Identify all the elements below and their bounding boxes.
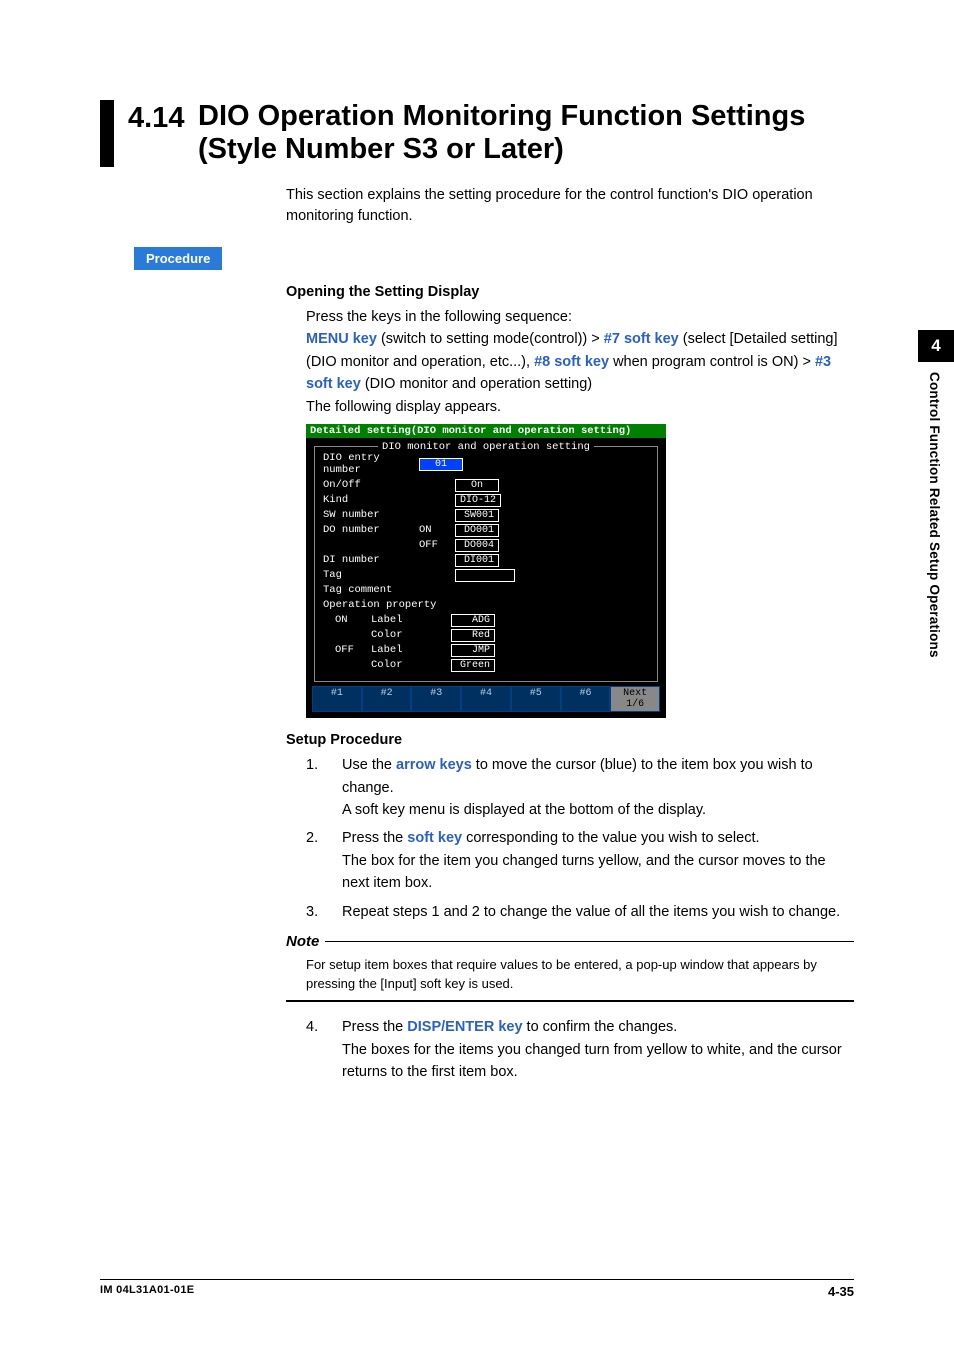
menu-key: MENU key (306, 331, 377, 347)
scr-sk-4[interactable]: #4 (462, 687, 510, 711)
s4a: Press the (342, 1019, 407, 1035)
setup-subhead: Setup Procedure (286, 732, 854, 748)
display-screenshot: Detailed setting(DIO monitor and operati… (306, 424, 666, 718)
scr-kind-value[interactable]: DIO-12 (455, 494, 501, 507)
s2a: Press the (342, 830, 407, 846)
page: 4 Control Function Related Setup Operati… (0, 0, 954, 1351)
scr-fieldset: DIO monitor and operation setting DIO en… (314, 446, 658, 682)
scr-sk-next[interactable]: Next 1/6 (611, 687, 659, 711)
scr-op-off-color-l: Color (371, 659, 415, 671)
scr-tag-label: Tag (323, 569, 419, 581)
note-head: Note (286, 933, 319, 950)
scr-do-label: DO number (323, 524, 419, 536)
s2c: The box for the item you changed turns y… (342, 853, 826, 891)
heading-bar (100, 100, 114, 167)
s4c: The boxes for the items you changed turn… (342, 1042, 842, 1080)
t4: (DIO monitor and operation setting) (361, 376, 592, 392)
scr-op-on: ON (335, 614, 371, 626)
scr-op-on-color-l: Color (371, 629, 415, 641)
s1c: A soft key menu is displayed at the bott… (342, 802, 706, 818)
scr-sk-6[interactable]: #6 (562, 687, 610, 711)
scr-sk-5[interactable]: #5 (512, 687, 560, 711)
scr-do-on-value[interactable]: DO001 (455, 524, 499, 537)
scr-titlebar: Detailed setting(DIO monitor and operati… (306, 424, 666, 438)
scr-op-off-label-l: Label (371, 644, 415, 656)
t1: (switch to setting mode(control)) > (377, 331, 604, 347)
setup-steps-continued: 4. Press the DISP/ENTER key to confirm t… (306, 1016, 854, 1083)
scr-sw-label: SW number (323, 509, 419, 521)
setup-steps: 1. Use the arrow keys to move the cursor… (306, 754, 854, 923)
scr-entry-label: DIO entry number (323, 452, 419, 476)
scr-sk-1[interactable]: #1 (313, 687, 361, 711)
scr-sk-2[interactable]: #2 (363, 687, 411, 711)
softkey-8: #8 soft key (534, 354, 609, 370)
section-title-line1: DIO Operation Monitoring Function Settin… (198, 100, 805, 133)
scr-do-off: OFF (419, 539, 455, 551)
scr-op-on-color-v[interactable]: Red (451, 629, 495, 642)
chapter-side-tab: 4 Control Function Related Setup Operati… (918, 330, 954, 658)
scr-onoff-label: On/Off (323, 479, 419, 491)
scr-op-on-label-l: Label (371, 614, 415, 626)
note-bottom-line (286, 1000, 854, 1002)
scr-legend: DIO monitor and operation setting (378, 441, 594, 453)
scr-onoff-value[interactable]: On (455, 479, 499, 492)
note-block: Note For setup item boxes that require v… (286, 933, 854, 1002)
page-footer: IM 04L31A01-01E 4-35 (100, 1279, 854, 1299)
step-3: 3. Repeat steps 1 and 2 to change the va… (306, 901, 854, 923)
scr-tag-value[interactable] (455, 569, 515, 582)
s2b: corresponding to the value you wish to s… (462, 830, 759, 846)
opening-subhead: Opening the Setting Display (286, 284, 854, 300)
scr-op-off: OFF (335, 644, 371, 656)
footer-pagenum: 4-35 (828, 1284, 854, 1299)
scr-do-on: ON (419, 524, 455, 536)
scr-tagcomment-label: Tag comment (323, 584, 419, 596)
scr-op-on-label-v[interactable]: ADG (451, 614, 495, 627)
chapter-side-label: Control Function Related Setup Operation… (927, 362, 942, 658)
footer-docid: IM 04L31A01-01E (100, 1284, 194, 1299)
softkey-7: #7 soft key (604, 331, 679, 347)
scr-di-label: DI number (323, 554, 419, 566)
opening-line1: Press the keys in the following sequence… (306, 306, 854, 328)
section-number: 4.14 (128, 100, 198, 167)
arrow-keys: arrow keys (396, 757, 472, 773)
scr-op-off-label-v[interactable]: JMP (451, 644, 495, 657)
t3: when program control is ON) > (609, 354, 815, 370)
procedure-label: Procedure (134, 247, 222, 270)
scr-sk-3[interactable]: #3 (412, 687, 460, 711)
scr-kind-label: Kind (323, 494, 419, 506)
chapter-number-box: 4 (918, 330, 954, 362)
scr-opprop-label: Operation property (323, 599, 455, 611)
intro-text: This section explains the setting proced… (286, 185, 854, 227)
scr-entry-value[interactable]: 01 (419, 458, 463, 471)
scr-op-off-color-v[interactable]: Green (451, 659, 495, 672)
disp-enter-key: DISP/ENTER key (407, 1019, 522, 1035)
scr-body: DIO monitor and operation setting DIO en… (306, 438, 666, 718)
step-4: 4. Press the DISP/ENTER key to confirm t… (306, 1016, 854, 1083)
s3: Repeat steps 1 and 2 to change the value… (342, 901, 854, 923)
s4b: to confirm the changes. (523, 1019, 678, 1035)
soft-key: soft key (407, 830, 462, 846)
scr-softkey-bar: #1 #2 #3 #4 #5 #6 Next 1/6 (312, 686, 660, 712)
scr-sw-value[interactable]: SW001 (455, 509, 499, 522)
opening-keyseq: MENU key (switch to setting mode(control… (306, 328, 854, 395)
note-body: For setup item boxes that require values… (286, 950, 854, 1000)
scr-di-value[interactable]: DI001 (455, 554, 499, 567)
note-line-icon (325, 941, 854, 942)
step-2: 2. Press the soft key corresponding to t… (306, 827, 854, 894)
section-title-line2: (Style Number S3 or Later) (198, 133, 805, 166)
opening-line3: The following display appears. (306, 396, 854, 418)
step-1: 1. Use the arrow keys to move the cursor… (306, 754, 854, 821)
scr-do-off-value[interactable]: DO004 (455, 539, 499, 552)
s1a: Use the (342, 757, 396, 773)
section-heading: 4.14 DIO Operation Monitoring Function S… (100, 100, 854, 167)
